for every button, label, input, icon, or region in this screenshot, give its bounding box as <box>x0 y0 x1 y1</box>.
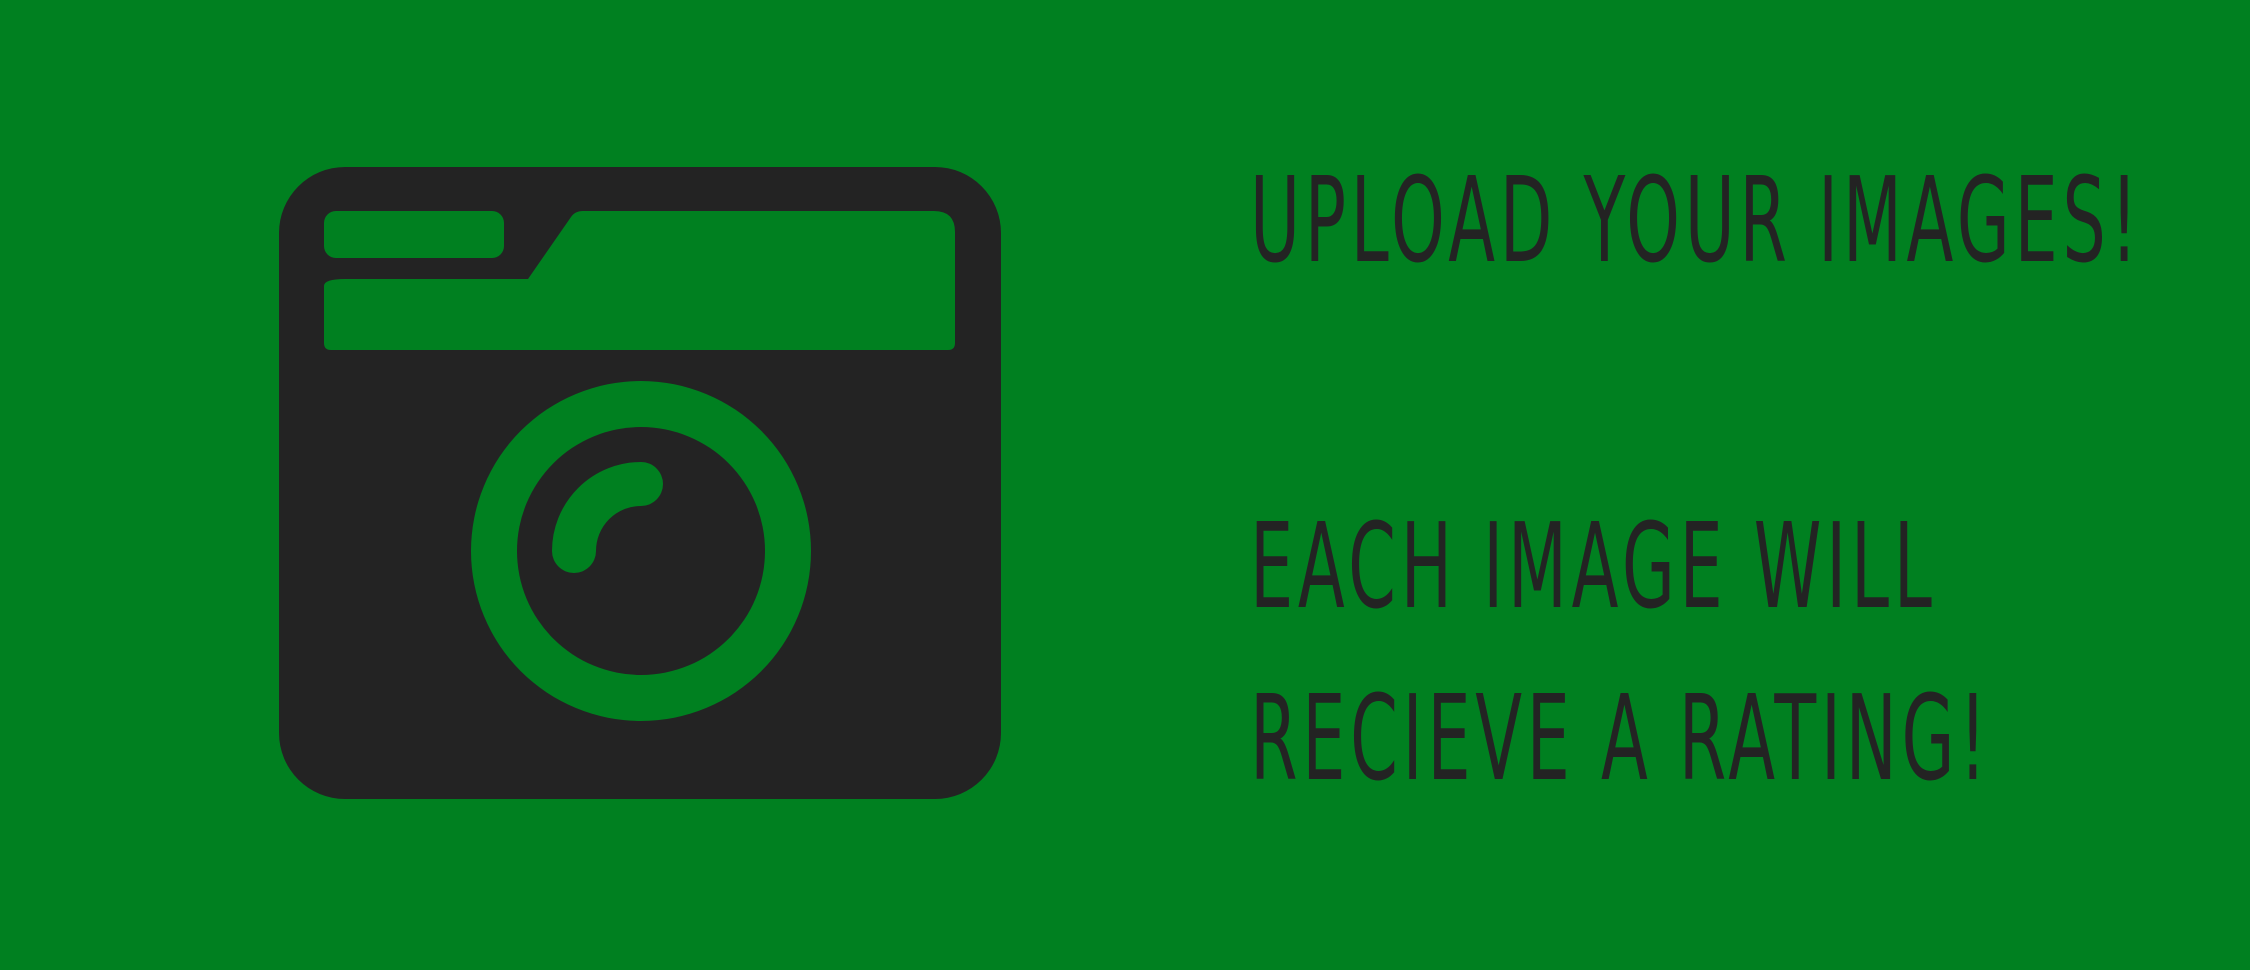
headline: UPLOAD YOUR IMAGES! <box>1250 151 2143 289</box>
subtext-line-1: EACH IMAGE WILL <box>1250 497 1937 635</box>
subtext-line-2: RECIEVE A RATING! <box>1250 669 1992 807</box>
camera-icon <box>279 167 1001 799</box>
upload-banner: UPLOAD YOUR IMAGES! EACH IMAGE WILL RECI… <box>0 0 2250 970</box>
banner-text: UPLOAD YOUR IMAGES! EACH IMAGE WILL RECI… <box>1040 0 2143 970</box>
